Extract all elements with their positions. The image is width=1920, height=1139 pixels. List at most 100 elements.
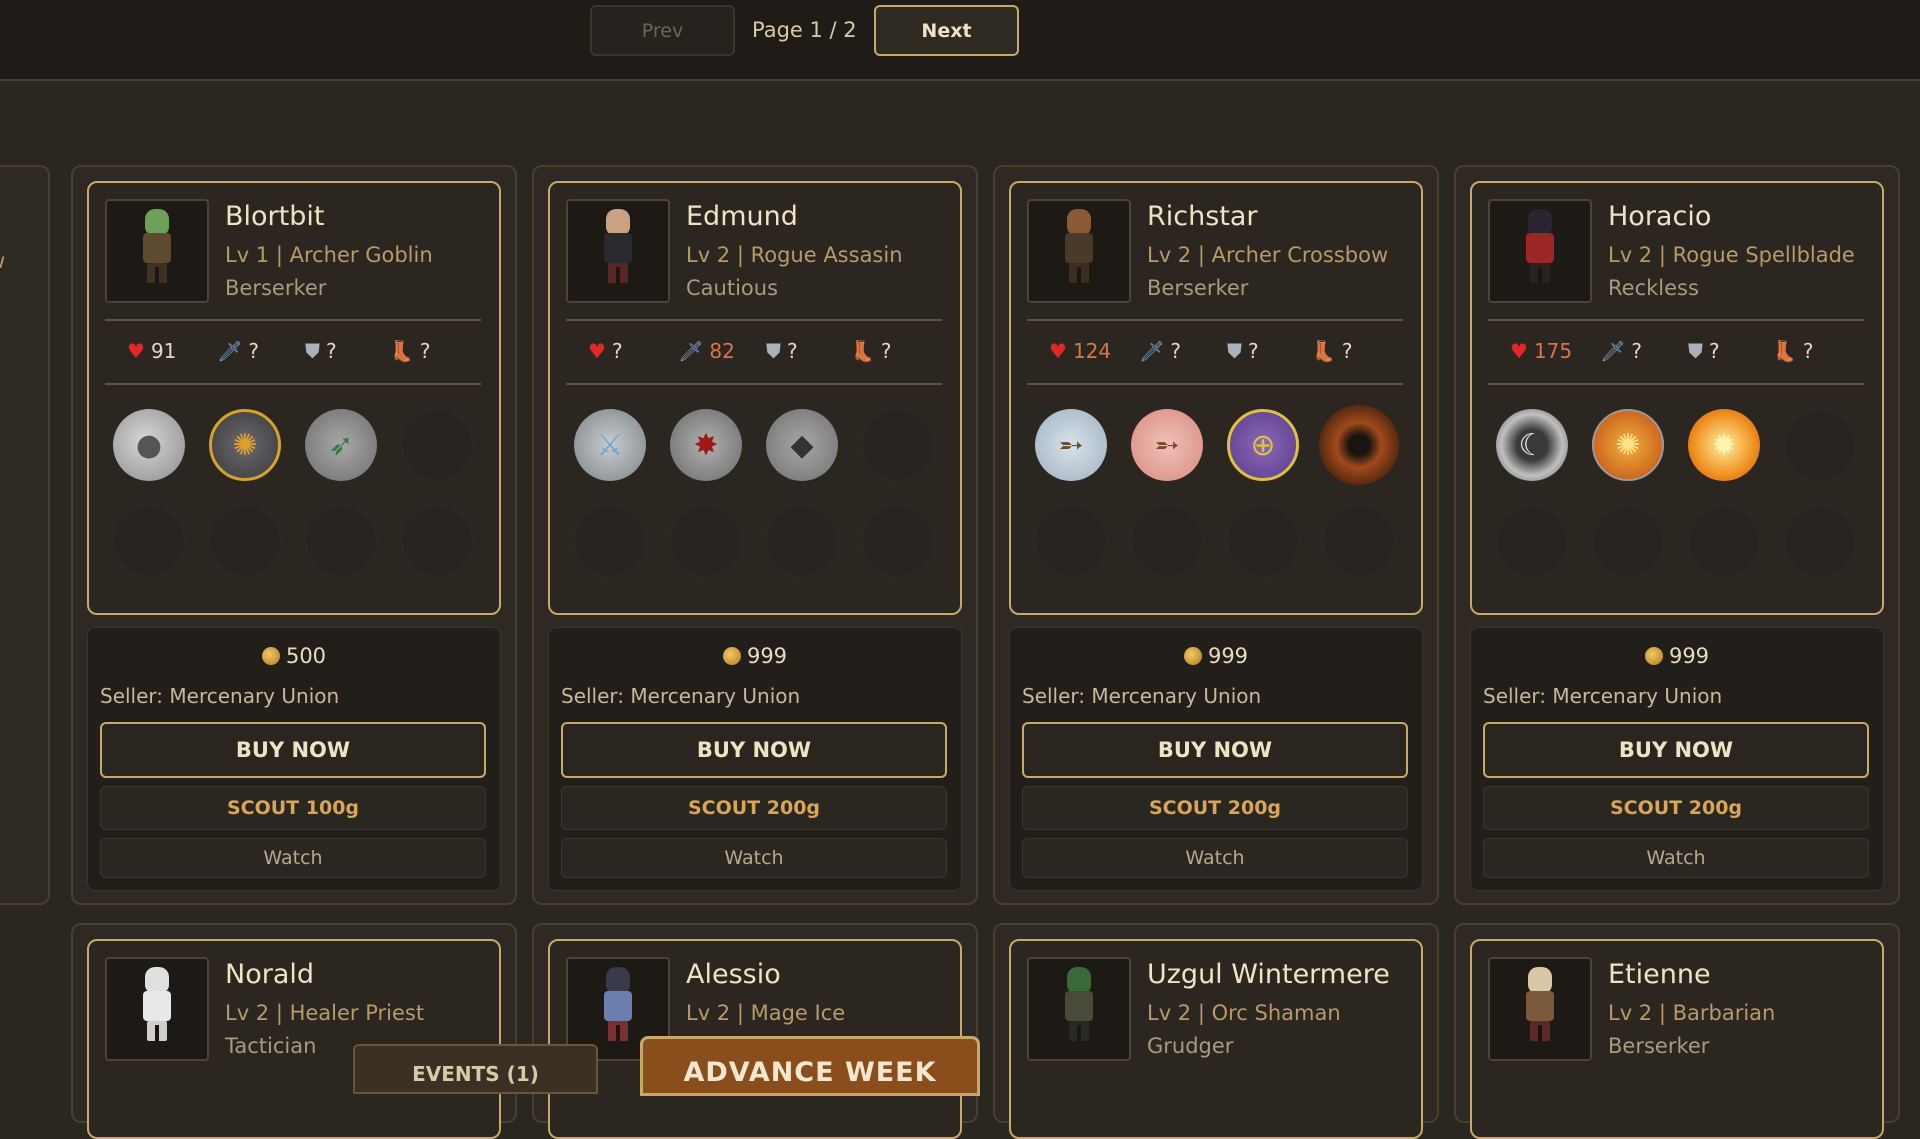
hp-stat: ♥ 175 bbox=[1510, 339, 1573, 363]
watch-button[interactable]: Watch bbox=[1022, 838, 1408, 878]
coin-icon bbox=[1183, 647, 1202, 665]
dagger-skill-icon[interactable]: ◆ bbox=[766, 409, 838, 481]
coin-icon bbox=[1644, 647, 1663, 665]
shield-icon: ⛊ bbox=[305, 339, 320, 363]
arrow-skill-icon[interactable]: ➶ bbox=[305, 409, 377, 481]
empty-skill-slot bbox=[862, 505, 934, 577]
boots-icon: 👢 bbox=[1311, 339, 1336, 363]
bomb-skill-icon[interactable] bbox=[1319, 405, 1399, 485]
mercenary-card: Blortbit Lv 1 | Archer Goblin Berserker … bbox=[71, 165, 517, 905]
buy-now-button[interactable]: BUY NOW bbox=[1022, 722, 1408, 778]
seller-label: Seller: Mercenary Union bbox=[100, 684, 340, 708]
hero-panel: Blortbit Lv 1 | Archer Goblin Berserker … bbox=[87, 181, 501, 615]
character-sprite bbox=[596, 209, 640, 289]
hero-trait: Berserker bbox=[1147, 276, 1249, 300]
heart-icon: ♥ bbox=[1510, 339, 1528, 363]
shop-panel: 999 Seller: Mercenary Union BUY NOW SCOU… bbox=[1470, 627, 1884, 891]
hero-level-class: Lv 2 | Mage Ice bbox=[686, 1001, 846, 1025]
empty-skill-slot bbox=[305, 505, 377, 577]
heart-icon: ♥ bbox=[127, 339, 145, 363]
empty-skill-slot bbox=[401, 505, 473, 577]
coin-icon bbox=[261, 647, 280, 665]
fire-burst-skill-icon[interactable]: ✹ bbox=[1688, 409, 1760, 481]
pagination-bar: Prev Page 1 / 2 Next bbox=[0, 0, 1920, 81]
speed-stat: 👢? bbox=[1311, 339, 1353, 363]
scout-button[interactable]: SCOUT 200g bbox=[1022, 786, 1408, 830]
hp-stat: ♥? bbox=[588, 339, 623, 363]
speed-stat: 👢? bbox=[850, 339, 892, 363]
hero-panel: Edmund Lv 2 | Rogue Assasin Cautious ♥? … bbox=[548, 181, 962, 615]
prev-page-button[interactable]: Prev bbox=[590, 5, 735, 56]
hero-level-class: Lv 2 | Rogue Spellblade bbox=[1608, 243, 1855, 267]
hero-panel: Etienne Lv 2 | Barbarian Berserker bbox=[1470, 939, 1884, 1139]
sword-icon: 🗡 bbox=[678, 339, 704, 363]
buy-now-button[interactable]: BUY NOW bbox=[1483, 722, 1869, 778]
coin-icon bbox=[722, 647, 741, 665]
divider bbox=[1488, 319, 1864, 321]
divider bbox=[566, 319, 942, 321]
attack-stat: 🗡? bbox=[1600, 339, 1643, 363]
boots-icon: 👢 bbox=[389, 339, 414, 363]
divider bbox=[566, 383, 942, 385]
scout-button[interactable]: SCOUT 200g bbox=[561, 786, 947, 830]
price: 999 bbox=[1010, 644, 1422, 668]
crossbow-aim-skill-icon[interactable]: ⊕ bbox=[1227, 409, 1299, 481]
price: 999 bbox=[1471, 644, 1883, 668]
scout-button[interactable]: SCOUT 200g bbox=[1483, 786, 1869, 830]
divider bbox=[1027, 383, 1403, 385]
hero-name: Horacio bbox=[1608, 201, 1712, 232]
shield-icon: ⛊ bbox=[766, 339, 781, 363]
watch-button[interactable]: Watch bbox=[1483, 838, 1869, 878]
crossbow-volley-skill-icon[interactable]: ➵ bbox=[1131, 409, 1203, 481]
blade-skill-icon[interactable]: ⚔ bbox=[574, 409, 646, 481]
watch-button[interactable]: Watch bbox=[561, 838, 947, 878]
empty-skill-slot bbox=[1323, 505, 1395, 577]
partial-card-left: w bbox=[0, 165, 50, 905]
buy-now-button[interactable]: BUY NOW bbox=[100, 722, 486, 778]
divider bbox=[105, 383, 481, 385]
mercenary-card: Richstar Lv 2 | Archer Crossbow Berserke… bbox=[993, 165, 1439, 905]
bleed-skill-icon[interactable]: ✸ bbox=[670, 409, 742, 481]
character-sprite bbox=[596, 967, 640, 1047]
comet-skill-icon[interactable]: ● bbox=[113, 409, 185, 481]
speed-stat: 👢? bbox=[1772, 339, 1814, 363]
character-sprite bbox=[1057, 209, 1101, 289]
empty-skill-slot bbox=[574, 505, 646, 577]
scout-button[interactable]: SCOUT 100g bbox=[100, 786, 486, 830]
attack-stat: 🗡? bbox=[1139, 339, 1182, 363]
character-sprite bbox=[1518, 967, 1562, 1047]
seller-label: Seller: Mercenary Union bbox=[1022, 684, 1262, 708]
crescent-skill-icon[interactable]: ☾ bbox=[1496, 409, 1568, 481]
seller-label: Seller: Mercenary Union bbox=[561, 684, 801, 708]
hero-panel: Horacio Lv 2 | Rogue Spellblade Reckless… bbox=[1470, 181, 1884, 615]
mercenary-card: Etienne Lv 2 | Barbarian Berserker bbox=[1454, 923, 1900, 1139]
empty-skill-slot bbox=[401, 409, 473, 481]
empty-skill-slot bbox=[1496, 505, 1568, 577]
attack-stat: 🗡? bbox=[217, 339, 260, 363]
hero-level-class: Lv 2 | Healer Priest bbox=[225, 1001, 425, 1025]
beast-skill-icon[interactable]: ✺ bbox=[209, 409, 281, 481]
divider bbox=[105, 319, 481, 321]
advance-week-button[interactable]: ADVANCE WEEK bbox=[640, 1036, 980, 1096]
hero-name: Etienne bbox=[1608, 959, 1711, 990]
watch-button[interactable]: Watch bbox=[100, 838, 486, 878]
hero-trait: Berserker bbox=[225, 276, 327, 300]
hero-level-class: Lv 1 | Archer Goblin bbox=[225, 243, 433, 267]
buy-now-button[interactable]: BUY NOW bbox=[561, 722, 947, 778]
hp-stat: ♥ 124 bbox=[1049, 339, 1112, 363]
defense-stat: ⛊? bbox=[1688, 339, 1720, 363]
crossbow-skill-icon[interactable]: ➵ bbox=[1035, 409, 1107, 481]
events-button[interactable]: EVENTS (1) bbox=[353, 1044, 598, 1094]
page-indicator: Page 1 / 2 bbox=[752, 18, 857, 42]
next-page-button[interactable]: Next bbox=[874, 5, 1019, 56]
empty-skill-slot bbox=[1784, 409, 1856, 481]
hero-level-class: Lv 2 | Barbarian bbox=[1608, 1001, 1776, 1025]
mercenary-card: Horacio Lv 2 | Rogue Spellblade Reckless… bbox=[1454, 165, 1900, 905]
hp-stat: ♥ 91 bbox=[127, 339, 177, 363]
hero-name: Alessio bbox=[686, 959, 781, 990]
fire-swirl-skill-icon[interactable]: ✺ bbox=[1592, 409, 1664, 481]
heart-icon: ♥ bbox=[588, 339, 606, 363]
hero-portrait bbox=[1027, 199, 1131, 303]
shield-icon: ⛊ bbox=[1227, 339, 1242, 363]
hero-trait: Reckless bbox=[1608, 276, 1699, 300]
